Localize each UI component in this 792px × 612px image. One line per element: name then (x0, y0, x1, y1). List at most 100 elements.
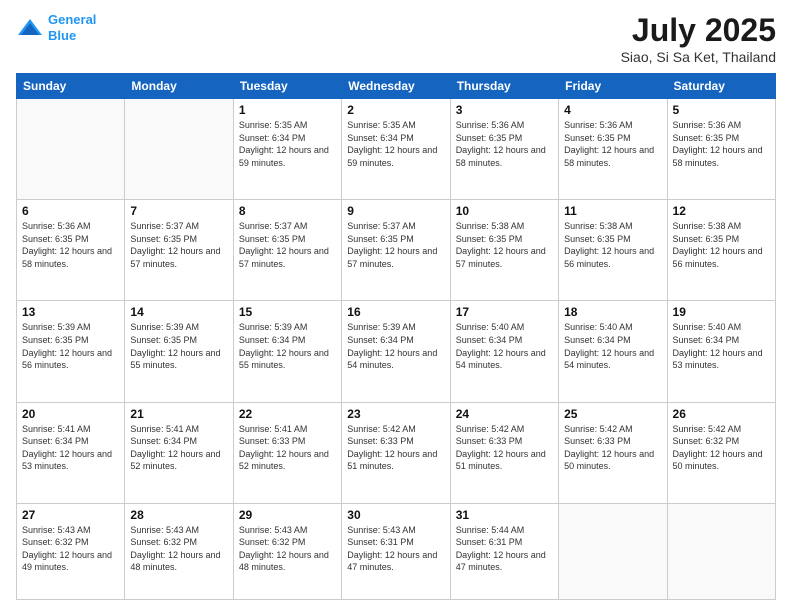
day-number: 21 (130, 407, 227, 421)
day-number: 4 (564, 103, 661, 117)
day-info: Sunrise: 5:38 AM Sunset: 6:35 PM Dayligh… (456, 220, 553, 270)
table-row: 21 Sunrise: 5:41 AM Sunset: 6:34 PM Dayli… (125, 402, 233, 503)
day-info: Sunrise: 5:40 AM Sunset: 6:34 PM Dayligh… (564, 321, 661, 371)
table-row: 2 Sunrise: 5:35 AM Sunset: 6:34 PM Daylig… (342, 99, 450, 200)
day-number: 1 (239, 103, 336, 117)
day-number: 24 (456, 407, 553, 421)
header-friday: Friday (559, 74, 667, 99)
day-info: Sunrise: 5:39 AM Sunset: 6:34 PM Dayligh… (347, 321, 444, 371)
page: General Blue July 2025 Siao, Si Sa Ket, … (0, 0, 792, 612)
day-info: Sunrise: 5:42 AM Sunset: 6:33 PM Dayligh… (347, 423, 444, 473)
day-number: 18 (564, 305, 661, 319)
day-number: 8 (239, 204, 336, 218)
day-info: Sunrise: 5:37 AM Sunset: 6:35 PM Dayligh… (130, 220, 227, 270)
table-row: 26 Sunrise: 5:42 AM Sunset: 6:32 PM Dayli… (667, 402, 775, 503)
table-row: 14Sunrise: 5:39 AM Sunset: 6:35 PM Dayli… (125, 301, 233, 402)
logo-text: General Blue (48, 12, 96, 43)
table-row (17, 99, 125, 200)
day-number: 10 (456, 204, 553, 218)
calendar: Sunday Monday Tuesday Wednesday Thursday… (16, 73, 776, 600)
calendar-week-row: 20 Sunrise: 5:41 AM Sunset: 6:34 PM Dayli… (17, 402, 776, 503)
day-number: 27 (22, 508, 119, 522)
table-row: 24 Sunrise: 5:42 AM Sunset: 6:33 PM Dayli… (450, 402, 558, 503)
header-tuesday: Tuesday (233, 74, 341, 99)
day-number: 2 (347, 103, 444, 117)
table-row: 19 Sunrise: 5:40 AM Sunset: 6:34 PM Dayli… (667, 301, 775, 402)
table-row: 27 Sunrise: 5:43 AM Sunset: 6:32 PM Dayli… (17, 503, 125, 599)
title-block: July 2025 Siao, Si Sa Ket, Thailand (621, 12, 776, 65)
header: General Blue July 2025 Siao, Si Sa Ket, … (16, 12, 776, 65)
day-number: 28 (130, 508, 227, 522)
day-number: 5 (673, 103, 770, 117)
day-info: Sunrise: 5:42 AM Sunset: 6:33 PM Dayligh… (564, 423, 661, 473)
day-info: Sunrise: 5:40 AM Sunset: 6:34 PM Dayligh… (673, 321, 770, 371)
header-monday: Monday (125, 74, 233, 99)
table-row: 10 Sunrise: 5:38 AM Sunset: 6:35 PM Dayli… (450, 200, 558, 301)
subtitle: Siao, Si Sa Ket, Thailand (621, 49, 776, 65)
table-row: 8 Sunrise: 5:37 AM Sunset: 6:35 PM Daylig… (233, 200, 341, 301)
calendar-week-row: 13 Sunrise: 5:39 AM Sunset: 6:35 PM Dayli… (17, 301, 776, 402)
table-row: 3Sunrise: 5:36 AM Sunset: 6:35 PM Daylig… (450, 99, 558, 200)
table-row (667, 503, 775, 599)
table-row: 9Sunrise: 5:37 AM Sunset: 6:35 PM Daylig… (342, 200, 450, 301)
day-info: Sunrise: 5:43 AM Sunset: 6:31 PM Dayligh… (347, 524, 444, 574)
day-number: 22 (239, 407, 336, 421)
header-wednesday: Wednesday (342, 74, 450, 99)
day-info: Sunrise: 5:43 AM Sunset: 6:32 PM Dayligh… (22, 524, 119, 574)
table-row: 17Sunrise: 5:40 AM Sunset: 6:34 PM Dayli… (450, 301, 558, 402)
day-number: 3 (456, 103, 553, 117)
day-info: Sunrise: 5:38 AM Sunset: 6:35 PM Dayligh… (564, 220, 661, 270)
day-number: 7 (130, 204, 227, 218)
day-number: 19 (673, 305, 770, 319)
day-number: 12 (673, 204, 770, 218)
day-number: 23 (347, 407, 444, 421)
day-number: 17 (456, 305, 553, 319)
day-info: Sunrise: 5:38 AM Sunset: 6:35 PM Dayligh… (673, 220, 770, 270)
calendar-week-row: 27 Sunrise: 5:43 AM Sunset: 6:32 PM Dayli… (17, 503, 776, 599)
day-info: Sunrise: 5:42 AM Sunset: 6:33 PM Dayligh… (456, 423, 553, 473)
table-row: 16Sunrise: 5:39 AM Sunset: 6:34 PM Dayli… (342, 301, 450, 402)
table-row: 30 Sunrise: 5:43 AM Sunset: 6:31 PM Dayli… (342, 503, 450, 599)
logo: General Blue (16, 12, 96, 43)
day-info: Sunrise: 5:36 AM Sunset: 6:35 PM Dayligh… (22, 220, 119, 270)
table-row: 1 Sunrise: 5:35 AM Sunset: 6:34 PM Daylig… (233, 99, 341, 200)
day-info: Sunrise: 5:35 AM Sunset: 6:34 PM Dayligh… (239, 119, 336, 169)
table-row: 18 Sunrise: 5:40 AM Sunset: 6:34 PM Dayli… (559, 301, 667, 402)
calendar-week-row: 1 Sunrise: 5:35 AM Sunset: 6:34 PM Daylig… (17, 99, 776, 200)
day-info: Sunrise: 5:41 AM Sunset: 6:34 PM Dayligh… (130, 423, 227, 473)
table-row: 29 Sunrise: 5:43 AM Sunset: 6:32 PM Dayli… (233, 503, 341, 599)
table-row: 28 Sunrise: 5:43 AM Sunset: 6:32 PM Dayli… (125, 503, 233, 599)
day-info: Sunrise: 5:43 AM Sunset: 6:32 PM Dayligh… (239, 524, 336, 574)
calendar-week-row: 6Sunrise: 5:36 AM Sunset: 6:35 PM Daylig… (17, 200, 776, 301)
header-saturday: Saturday (667, 74, 775, 99)
day-info: Sunrise: 5:35 AM Sunset: 6:34 PM Dayligh… (347, 119, 444, 169)
day-number: 20 (22, 407, 119, 421)
table-row: 13 Sunrise: 5:39 AM Sunset: 6:35 PM Dayli… (17, 301, 125, 402)
day-number: 26 (673, 407, 770, 421)
table-row: 7 Sunrise: 5:37 AM Sunset: 6:35 PM Daylig… (125, 200, 233, 301)
day-number: 29 (239, 508, 336, 522)
table-row: 31 Sunrise: 5:44 AM Sunset: 6:31 PM Dayli… (450, 503, 558, 599)
day-info: Sunrise: 5:42 AM Sunset: 6:32 PM Dayligh… (673, 423, 770, 473)
day-info: Sunrise: 5:43 AM Sunset: 6:32 PM Dayligh… (130, 524, 227, 574)
day-info: Sunrise: 5:37 AM Sunset: 6:35 PM Dayligh… (239, 220, 336, 270)
day-info: Sunrise: 5:39 AM Sunset: 6:35 PM Dayligh… (22, 321, 119, 371)
table-row: 23 Sunrise: 5:42 AM Sunset: 6:33 PM Dayli… (342, 402, 450, 503)
day-number: 30 (347, 508, 444, 522)
table-row: 11 Sunrise: 5:38 AM Sunset: 6:35 PM Dayli… (559, 200, 667, 301)
table-row: 4Sunrise: 5:36 AM Sunset: 6:35 PM Daylig… (559, 99, 667, 200)
header-sunday: Sunday (17, 74, 125, 99)
day-number: 13 (22, 305, 119, 319)
table-row: 25 Sunrise: 5:42 AM Sunset: 6:33 PM Dayli… (559, 402, 667, 503)
day-info: Sunrise: 5:36 AM Sunset: 6:35 PM Dayligh… (673, 119, 770, 169)
day-number: 11 (564, 204, 661, 218)
day-number: 31 (456, 508, 553, 522)
day-info: Sunrise: 5:39 AM Sunset: 6:34 PM Dayligh… (239, 321, 336, 371)
day-info: Sunrise: 5:41 AM Sunset: 6:33 PM Dayligh… (239, 423, 336, 473)
weekday-header-row: Sunday Monday Tuesday Wednesday Thursday… (17, 74, 776, 99)
day-number: 25 (564, 407, 661, 421)
table-row: 15Sunrise: 5:39 AM Sunset: 6:34 PM Dayli… (233, 301, 341, 402)
logo-icon (16, 17, 44, 39)
day-info: Sunrise: 5:39 AM Sunset: 6:35 PM Dayligh… (130, 321, 227, 371)
day-info: Sunrise: 5:44 AM Sunset: 6:31 PM Dayligh… (456, 524, 553, 574)
